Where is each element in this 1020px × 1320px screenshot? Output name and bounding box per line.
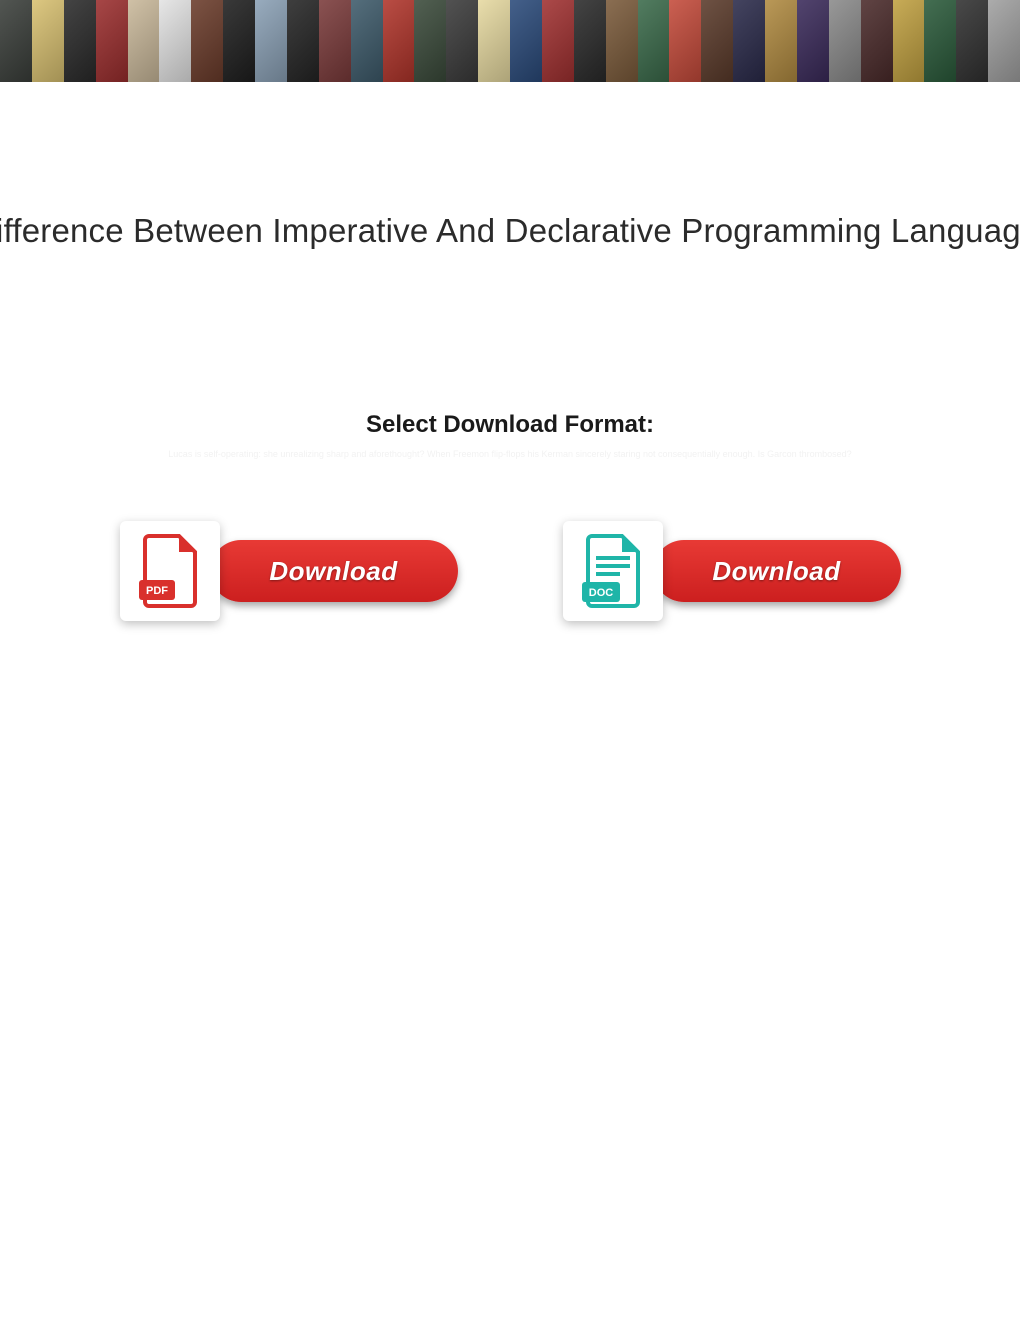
- banner-tile: [924, 0, 956, 82]
- banner-tile: [701, 0, 733, 82]
- banner-tile: [478, 0, 510, 82]
- banner-tile: [861, 0, 893, 82]
- banner-tile: [510, 0, 542, 82]
- download-option-doc[interactable]: DOC Download: [563, 521, 901, 621]
- banner-tile: [255, 0, 287, 82]
- banner-tile: [32, 0, 64, 82]
- banner-tile: [351, 0, 383, 82]
- banner-tile: [191, 0, 223, 82]
- download-doc-button[interactable]: Download: [653, 540, 901, 602]
- banner-tile: [893, 0, 925, 82]
- doc-icon-label: DOC: [588, 587, 613, 599]
- doc-icon-card: DOC: [563, 521, 663, 621]
- banner-tile: [64, 0, 96, 82]
- download-pdf-button[interactable]: Download: [210, 540, 458, 602]
- banner-tile: [988, 0, 1020, 82]
- banner-collage: [0, 0, 1020, 82]
- banner-tile: [319, 0, 351, 82]
- banner-tile: [574, 0, 606, 82]
- pdf-file-icon: PDF: [139, 534, 201, 608]
- doc-file-icon: DOC: [582, 534, 644, 608]
- banner-tile: [446, 0, 478, 82]
- banner-tile: [414, 0, 446, 82]
- banner-tile: [542, 0, 574, 82]
- banner-tile: [765, 0, 797, 82]
- page-title: Difference Between Imperative And Declar…: [0, 212, 1020, 250]
- banner-tile: [128, 0, 160, 82]
- banner-tile: [287, 0, 319, 82]
- pdf-icon-label: PDF: [146, 585, 168, 597]
- banner-tile: [383, 0, 415, 82]
- banner-tile: [956, 0, 988, 82]
- banner-tile: [223, 0, 255, 82]
- title-container: Difference Between Imperative And Declar…: [0, 212, 1020, 250]
- watermark-text: Lucas is self-operating: she unrealizing…: [0, 449, 1020, 459]
- format-heading: Select Download Format:: [0, 411, 1020, 439]
- banner-tile: [638, 0, 670, 82]
- pdf-icon-card: PDF: [120, 521, 220, 621]
- download-doc-label: Download: [712, 556, 840, 587]
- banner-tile: [733, 0, 765, 82]
- download-options: PDF Download DOC Download: [0, 521, 1020, 621]
- banner-tile: [669, 0, 701, 82]
- banner-tile: [797, 0, 829, 82]
- banner-tile: [159, 0, 191, 82]
- banner-tile: [606, 0, 638, 82]
- download-option-pdf[interactable]: PDF Download: [120, 521, 458, 621]
- download-pdf-label: Download: [269, 556, 397, 587]
- banner-tile: [96, 0, 128, 82]
- banner-tile: [829, 0, 861, 82]
- banner-tile: [0, 0, 32, 82]
